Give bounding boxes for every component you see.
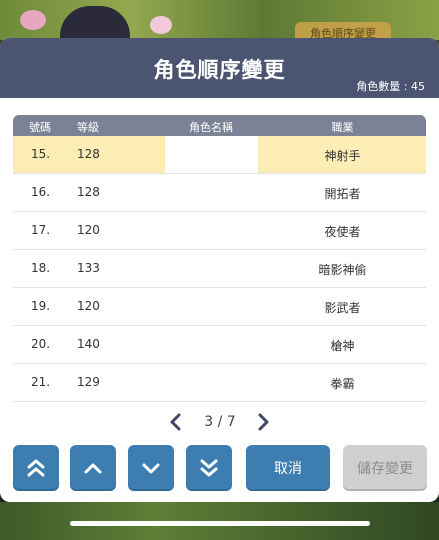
home-indicator[interactable] — [70, 521, 370, 526]
cancel-button[interactable]: 取消 — [246, 445, 330, 491]
pagination: 3 / 7 — [0, 412, 439, 432]
table-row[interactable]: 16. 128 開拓者 — [13, 174, 426, 212]
modal-header: 角色順序變更 角色數量 : 45 — [0, 38, 439, 98]
chevron-right-icon — [258, 413, 269, 431]
row-number: 20. — [31, 337, 51, 351]
row-level: 140 — [77, 337, 100, 351]
save-changes-button[interactable]: 儲存變更 — [343, 445, 427, 491]
row-job: 影武者 — [324, 301, 361, 315]
row-name-hidden — [165, 364, 258, 401]
row-job: 暗影神偷 — [318, 263, 367, 277]
row-number: 19. — [31, 299, 51, 313]
chevron-down-icon — [142, 463, 160, 474]
character-count: 角色數量 : 45 — [356, 80, 425, 93]
row-job: 夜使者 — [324, 225, 361, 239]
table-row[interactable]: 18. 133 暗影神偷 — [13, 250, 426, 288]
table-header: 號碼 等級 角色名稱 職業 — [13, 115, 426, 136]
column-header-level: 等級 — [77, 121, 99, 134]
table-row[interactable]: 20. 140 槍神 — [13, 326, 426, 364]
row-number: 15. — [31, 147, 51, 161]
page-indicator: 3 / 7 — [204, 414, 236, 430]
row-number: 16. — [31, 185, 51, 199]
row-name-hidden — [165, 136, 258, 173]
row-level: 129 — [77, 375, 100, 389]
row-name-hidden — [165, 288, 258, 325]
column-header-name: 角色名稱 — [189, 121, 233, 134]
row-number: 21. — [31, 375, 51, 389]
reorder-characters-modal: 角色順序變更 角色數量 : 45 號碼 等級 角色名稱 職業 15. 128 神… — [0, 38, 439, 502]
table-row[interactable]: 17. 120 夜使者 — [13, 212, 426, 250]
table-row-selected[interactable]: 15. 128 神射手 — [13, 136, 426, 174]
column-header-number: 號碼 — [29, 121, 51, 134]
row-number: 18. — [31, 261, 51, 275]
row-name-hidden — [165, 174, 258, 211]
row-job: 槍神 — [330, 339, 355, 353]
next-page-button[interactable] — [253, 412, 273, 432]
row-level: 128 — [77, 185, 100, 199]
row-level: 120 — [77, 223, 100, 237]
chevron-up-icon — [84, 463, 102, 474]
move-down-button[interactable] — [128, 445, 174, 491]
move-up-button[interactable] — [70, 445, 116, 491]
row-job: 拳霸 — [330, 377, 355, 391]
background-decoration — [20, 10, 46, 30]
column-header-job: 職業 — [331, 121, 354, 134]
character-list: 15. 128 神射手 16. 128 開拓者 17. 120 夜使者 18. … — [13, 136, 426, 402]
chevron-left-icon — [170, 413, 181, 431]
row-name-hidden — [165, 212, 258, 249]
move-to-top-button[interactable] — [13, 445, 59, 491]
row-job: 開拓者 — [324, 187, 361, 201]
double-chevron-down-icon — [200, 459, 218, 477]
row-name-hidden — [165, 250, 258, 287]
row-name-hidden — [165, 326, 258, 363]
table-row[interactable]: 19. 120 影武者 — [13, 288, 426, 326]
previous-page-button[interactable] — [166, 412, 186, 432]
table-row[interactable]: 21. 129 拳霸 — [13, 364, 426, 402]
background-decoration — [150, 16, 172, 34]
row-level: 120 — [77, 299, 100, 313]
row-level: 133 — [77, 261, 100, 275]
row-job: 神射手 — [324, 149, 361, 163]
row-level: 128 — [77, 147, 100, 161]
row-number: 17. — [31, 223, 51, 237]
move-to-bottom-button[interactable] — [186, 445, 232, 491]
double-chevron-up-icon — [27, 459, 45, 477]
